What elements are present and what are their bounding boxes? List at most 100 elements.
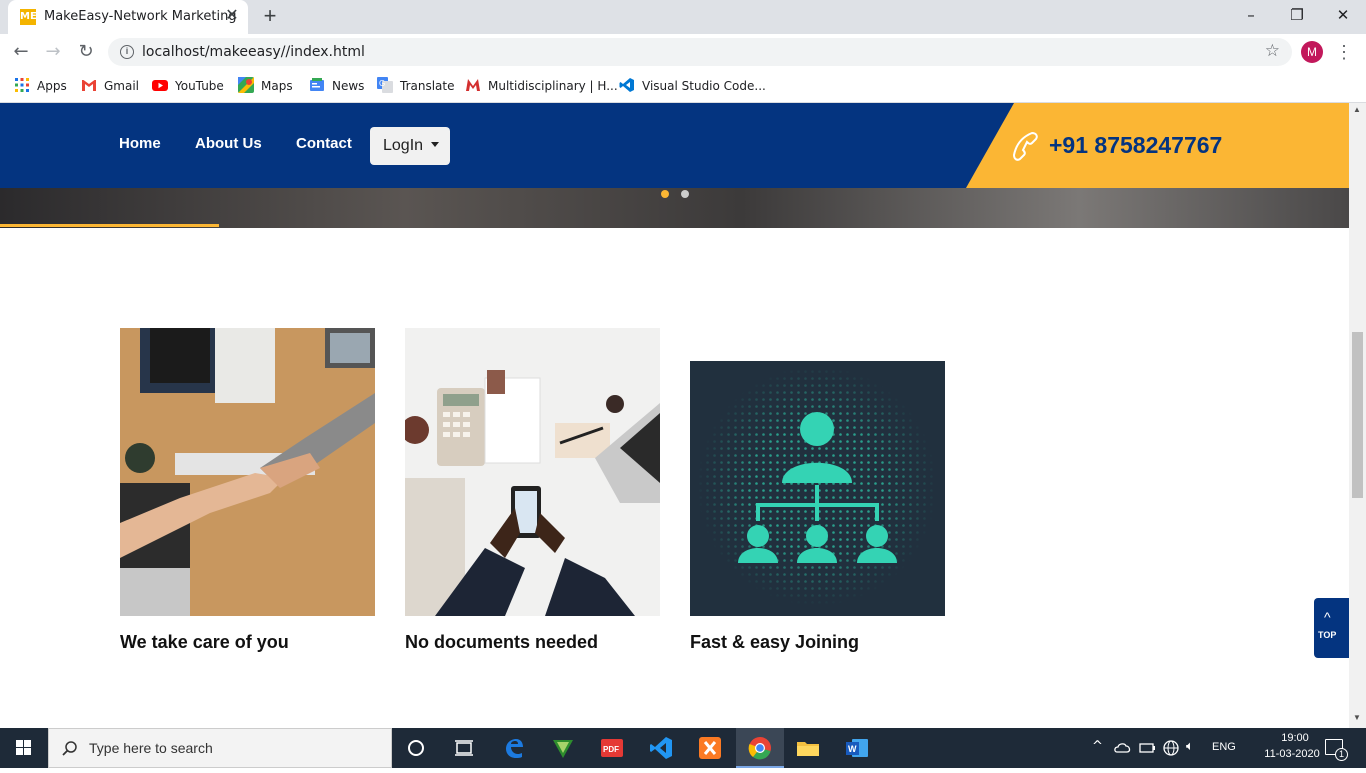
onedrive-sync-icon[interactable] (1114, 740, 1132, 756)
battery-icon[interactable] (1139, 740, 1157, 756)
bookmark-youtube[interactable]: YouTube (152, 76, 224, 96)
phone-icon (1012, 131, 1038, 161)
volume-icon[interactable]: 🔈︎ (1186, 739, 1194, 754)
bookmark-apps[interactable]: Apps (14, 76, 67, 96)
input-language[interactable]: ENG (1212, 741, 1236, 753)
browser-tab[interactable]: ME MakeEasy-Network Marketing ✕ (8, 0, 248, 34)
m-logo-icon (466, 79, 480, 91)
reload-icon[interactable]: ↻ (74, 40, 98, 64)
web-page: Home About Us Contact LogIn +91 87582477… (0, 103, 1349, 728)
nav-contact-link[interactable]: Contact (296, 135, 352, 152)
bookmark-translate[interactable]: G Translate (377, 76, 455, 96)
search-placeholder: Type here to search (89, 740, 213, 756)
address-bar[interactable]: i localhost/makeeasy//index.html ☆ (108, 38, 1292, 66)
svg-text:PDF: PDF (603, 745, 619, 754)
site-favicon-icon: ME (20, 9, 37, 25)
bookmark-label: Maps (261, 79, 293, 93)
bookmark-vscode[interactable]: Visual Studio Code... (619, 76, 766, 96)
network-globe-icon[interactable] (1162, 739, 1180, 757)
gmail-icon (82, 80, 96, 91)
hero-slider-image (0, 188, 1349, 228)
show-hidden-icons-chevron-icon[interactable]: ^ (1092, 739, 1103, 754)
notification-badge: 1 (1335, 748, 1348, 761)
clock-time[interactable]: 19:00 (1265, 732, 1325, 744)
forward-arrow-icon[interactable]: → (41, 40, 65, 64)
bookmark-label: Translate (400, 79, 455, 93)
apps-grid-icon (15, 78, 29, 92)
slider-dot-active[interactable] (661, 190, 669, 198)
browser-tab-strip: ME MakeEasy-Network Marketing ✕ + – ❐ ✕ (0, 0, 1366, 34)
top-label: TOP (1318, 630, 1337, 640)
bookmark-label: News (332, 79, 365, 93)
nav-about-link[interactable]: About Us (195, 135, 262, 152)
new-tab-button[interactable]: + (258, 5, 282, 29)
chrome-icon (748, 737, 771, 760)
task-view-icon[interactable] (452, 736, 476, 760)
youtube-icon (152, 80, 168, 91)
scroll-down-arrow-icon[interactable]: ▼ (1353, 713, 1361, 722)
browser-toolbar: ← → ↻ i localhost/makeeasy//index.html ☆ (0, 34, 1366, 70)
desk-phone-photo (405, 328, 660, 616)
bookmark-label: Multidisciplinary | H... (488, 79, 618, 93)
browser-menu-icon[interactable]: ⋮ (1333, 40, 1355, 64)
vscode-icon (619, 78, 634, 92)
tab-title: MakeEasy-Network Marketing (44, 9, 237, 24)
scroll-up-arrow-icon[interactable]: ▲ (1353, 105, 1361, 114)
slider-progress-bar (0, 224, 219, 227)
slider-dot[interactable] (681, 190, 689, 198)
clock-date[interactable]: 11-03-2020 (1262, 748, 1322, 760)
chevron-up-icon: ^ (1324, 609, 1331, 625)
bookmark-star-icon[interactable]: ☆ (1265, 41, 1280, 61)
card-title: No documents needed (405, 632, 599, 652)
back-arrow-icon[interactable]: ← (9, 40, 33, 64)
svg-text:W: W (848, 744, 857, 754)
restore-window-button[interactable]: ❐ (1274, 4, 1320, 28)
search-icon (62, 741, 77, 756)
chrome-taskbar-active[interactable] (736, 728, 784, 768)
handshake-photo (120, 328, 375, 616)
close-tab-icon[interactable]: ✕ (222, 6, 242, 26)
bookmark-gmail[interactable]: Gmail (81, 76, 139, 96)
scroll-thumb[interactable] (1352, 332, 1363, 498)
login-dropdown-button[interactable]: LogIn (370, 127, 450, 165)
page-scrollbar[interactable]: ▲ ▼ (1349, 103, 1366, 728)
card-title: We take care of you (120, 632, 289, 652)
translate-icon: G (377, 77, 393, 93)
vscode-taskbar-icon[interactable] (649, 736, 673, 760)
back-to-top-button[interactable]: ^ TOP (1314, 598, 1349, 658)
close-window-button[interactable]: ✕ (1320, 4, 1366, 28)
maps-icon (238, 77, 254, 93)
start-button[interactable] (0, 728, 48, 768)
bookmark-label: Visual Studio Code... (642, 79, 766, 93)
nav-home-link[interactable]: Home (119, 135, 161, 152)
xampp-icon[interactable] (698, 736, 722, 760)
bookmarks-bar: Apps Gmail YouTube Maps News G Translate … (0, 70, 1366, 103)
url-text: localhost/makeeasy//index.html (142, 44, 365, 60)
taskbar-search-box[interactable]: Type here to search (48, 728, 392, 768)
caret-down-icon (430, 142, 439, 147)
minimize-window-button[interactable]: – (1228, 4, 1274, 28)
vim-icon[interactable] (551, 736, 575, 760)
bookmark-label: Gmail (104, 79, 140, 93)
bookmark-news[interactable]: News (309, 76, 364, 96)
cortana-icon[interactable] (404, 736, 428, 760)
bookmark-multidisciplinary[interactable]: Multidisciplinary | H... (465, 76, 618, 96)
network-hierarchy-graphic (690, 361, 945, 616)
card-title: Fast & easy Joining (690, 632, 860, 652)
site-info-icon[interactable]: i (120, 45, 134, 59)
bookmark-maps[interactable]: Maps (238, 76, 293, 96)
file-explorer-icon[interactable] (796, 736, 820, 760)
profile-avatar[interactable]: M (1301, 41, 1323, 63)
phone-number[interactable]: +91 8758247767 (1049, 132, 1222, 159)
windows-taskbar: Type here to search PDF W ^ 🔈︎ ENG 19:00… (0, 728, 1366, 768)
phone-banner: +91 8758247767 (966, 103, 1349, 188)
edge-browser-icon[interactable] (502, 736, 526, 760)
news-icon (310, 78, 324, 91)
pdf-reader-icon[interactable]: PDF (600, 736, 624, 760)
bookmark-label: Apps (37, 79, 67, 93)
word-icon[interactable]: W (845, 736, 869, 760)
windows-logo-icon (16, 740, 31, 755)
site-navbar: Home About Us Contact LogIn +91 87582477… (0, 103, 1349, 188)
svg-text:G: G (379, 79, 385, 88)
bookmark-label: YouTube (175, 79, 224, 93)
